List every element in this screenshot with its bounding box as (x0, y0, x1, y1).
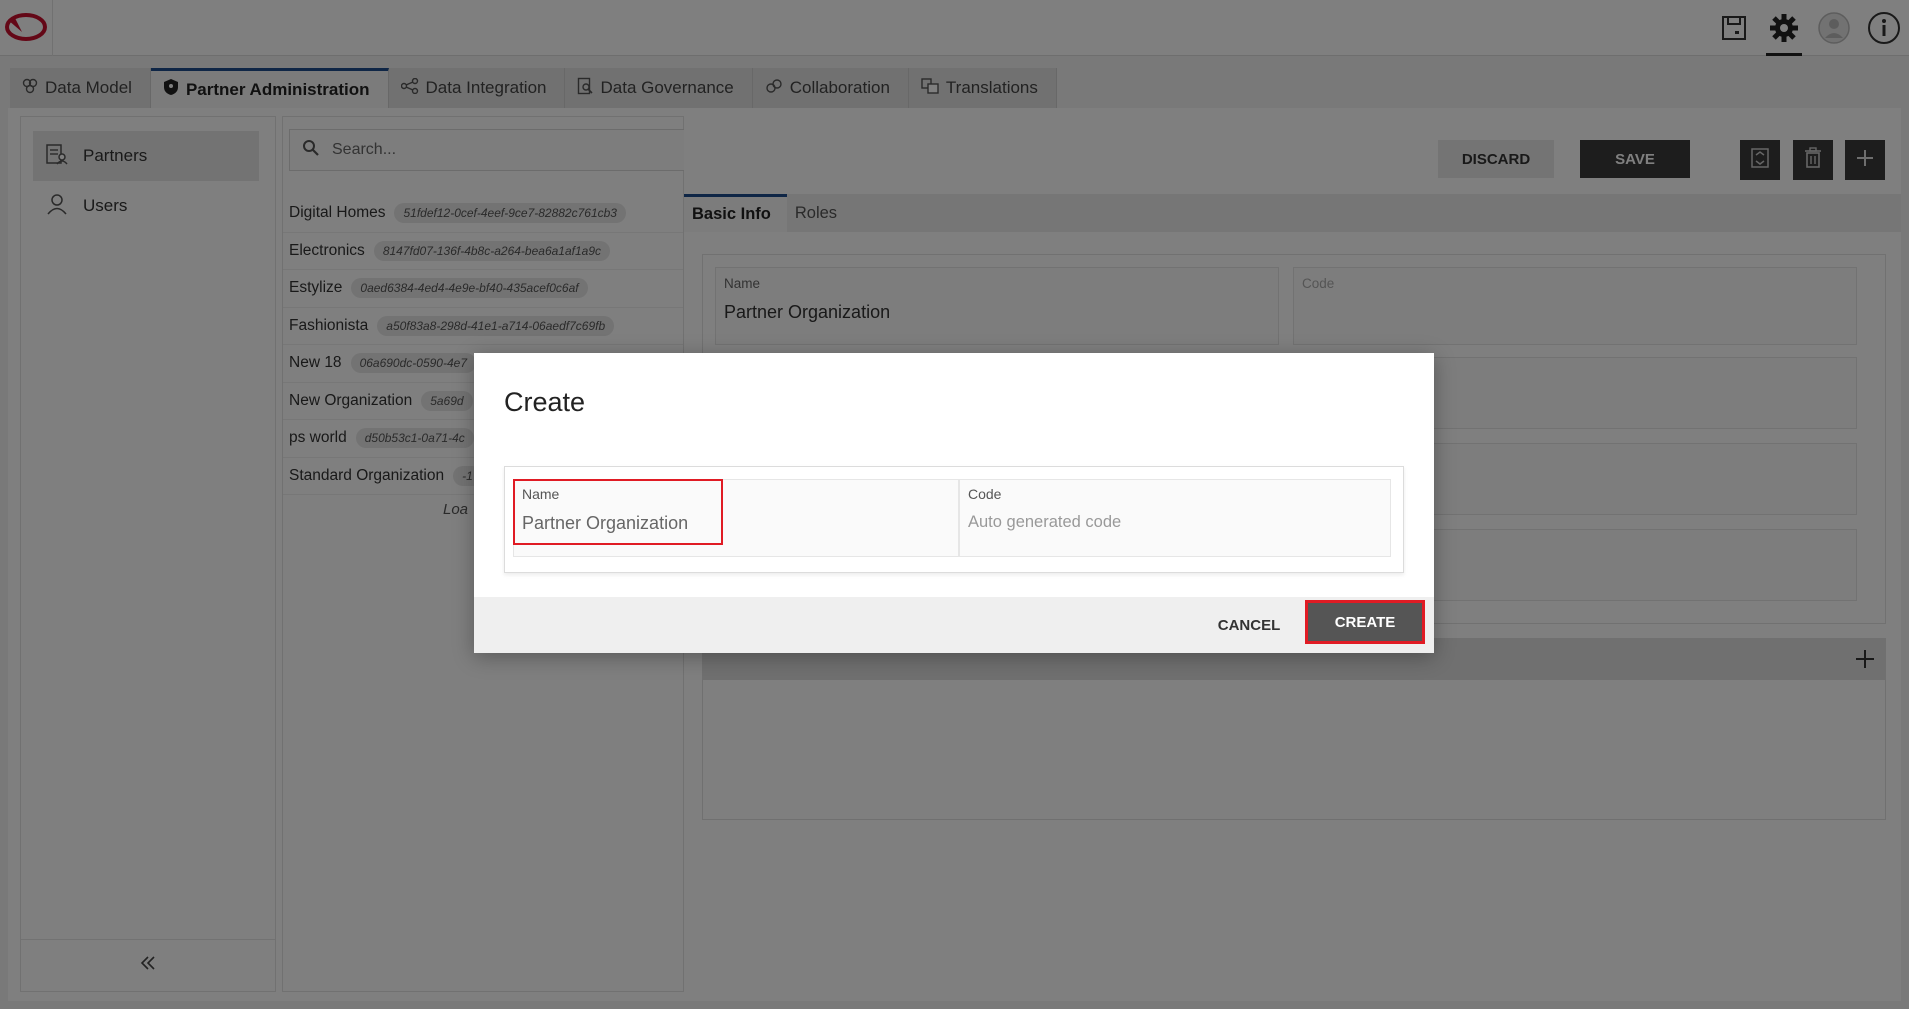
cancel-button[interactable]: CANCEL (1194, 607, 1304, 643)
name-field-highlight (513, 479, 723, 545)
create-form: Name Partner Organization Code Auto gene… (504, 466, 1404, 573)
dialog-footer: CANCEL CREATE (474, 597, 1434, 653)
code-placeholder: Auto generated code (968, 513, 1122, 531)
code-field[interactable]: Code Auto generated code (959, 479, 1391, 557)
create-button[interactable]: CREATE (1305, 600, 1425, 644)
dialog-title: Create (504, 387, 586, 417)
create-dialog: Create Name Partner Organization Code Au… (474, 353, 1434, 653)
field-label: Code (968, 486, 1002, 502)
